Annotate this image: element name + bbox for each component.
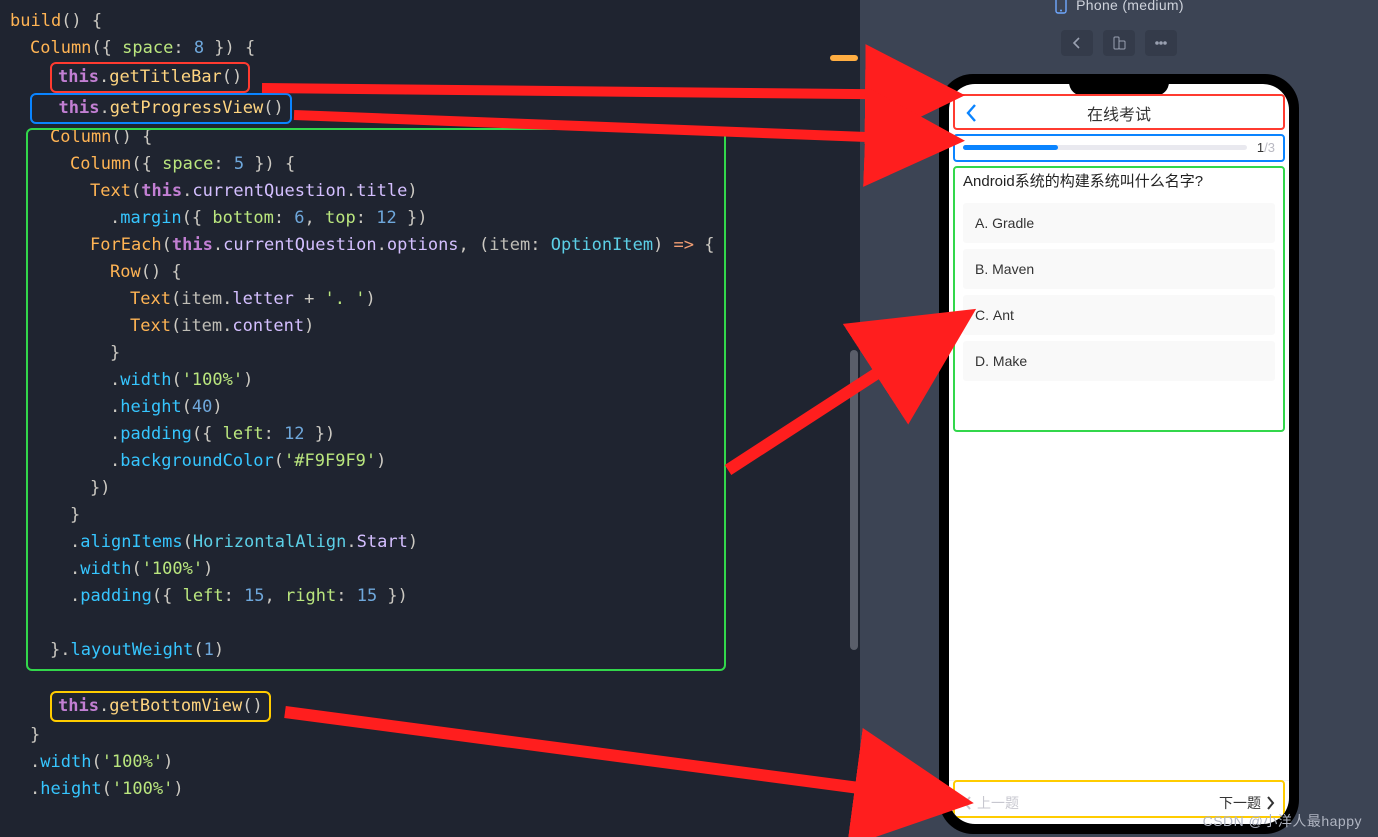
progress-track: [963, 145, 1247, 150]
preview-toolbar: [1061, 30, 1177, 56]
chevron-left-icon: [965, 103, 979, 123]
box-progress-call: ··this.getProgressView(): [30, 93, 292, 124]
option-content: Gradle: [992, 215, 1034, 231]
code-editor[interactable]: build() { Column({ space: 8 }) { this.ge…: [0, 0, 860, 837]
box-titlebar-call: this.getTitleBar(): [50, 62, 250, 93]
option-row[interactable]: C. Ant: [963, 295, 1275, 335]
box-bottomview-call: this.getBottomView(): [50, 691, 271, 722]
box-question-column: [26, 128, 726, 671]
device-label[interactable]: Phone (medium): [1054, 0, 1184, 16]
editor-scrollbar[interactable]: [846, 0, 860, 837]
option-letter: C: [975, 307, 985, 323]
option-content: Ant: [993, 307, 1014, 323]
question-wrapper: Android系统的构建系统叫什么名字? A. Gradle B. Maven …: [949, 162, 1289, 387]
progress-view: 1/3: [949, 132, 1289, 162]
option-row[interactable]: D. Make: [963, 341, 1275, 381]
progress-fill: [963, 145, 1058, 150]
option-row[interactable]: A. Gradle: [963, 203, 1275, 243]
preview-panel: Phone (medium) 在线考试: [860, 0, 1378, 837]
option-content: Maven: [992, 261, 1034, 277]
more-icon[interactable]: [1145, 30, 1177, 56]
chevron-right-icon: [1265, 796, 1275, 810]
question-title: Android系统的构建系统叫什么名字?: [963, 170, 1275, 191]
chevron-left-icon: [963, 796, 973, 810]
back-history-icon[interactable]: [1061, 30, 1093, 56]
app-title: 在线考试: [1087, 101, 1151, 125]
phone-screen: 在线考试 1/3 Android系统的构建系统叫什么名字? A. Gradle …: [949, 84, 1289, 824]
rotate-icon[interactable]: [1103, 30, 1135, 56]
option-letter: D: [975, 353, 985, 369]
back-button[interactable]: [959, 100, 985, 126]
phone-notch: [1069, 78, 1169, 96]
option-letter: A: [975, 215, 984, 231]
watermark: CSDN @小洋人最happy: [1203, 811, 1362, 831]
prev-button[interactable]: 上一题: [963, 793, 1019, 813]
phone-frame: 在线考试 1/3 Android系统的构建系统叫什么名字? A. Gradle …: [939, 74, 1299, 834]
progress-count: 1/3: [1257, 140, 1275, 155]
option-letter: B: [975, 261, 984, 277]
split-handle[interactable]: [830, 55, 858, 61]
next-button[interactable]: 下一题: [1219, 793, 1275, 813]
option-row[interactable]: B. Maven: [963, 249, 1275, 289]
app-titlebar: 在线考试: [949, 94, 1289, 132]
option-content: Make: [993, 353, 1027, 369]
